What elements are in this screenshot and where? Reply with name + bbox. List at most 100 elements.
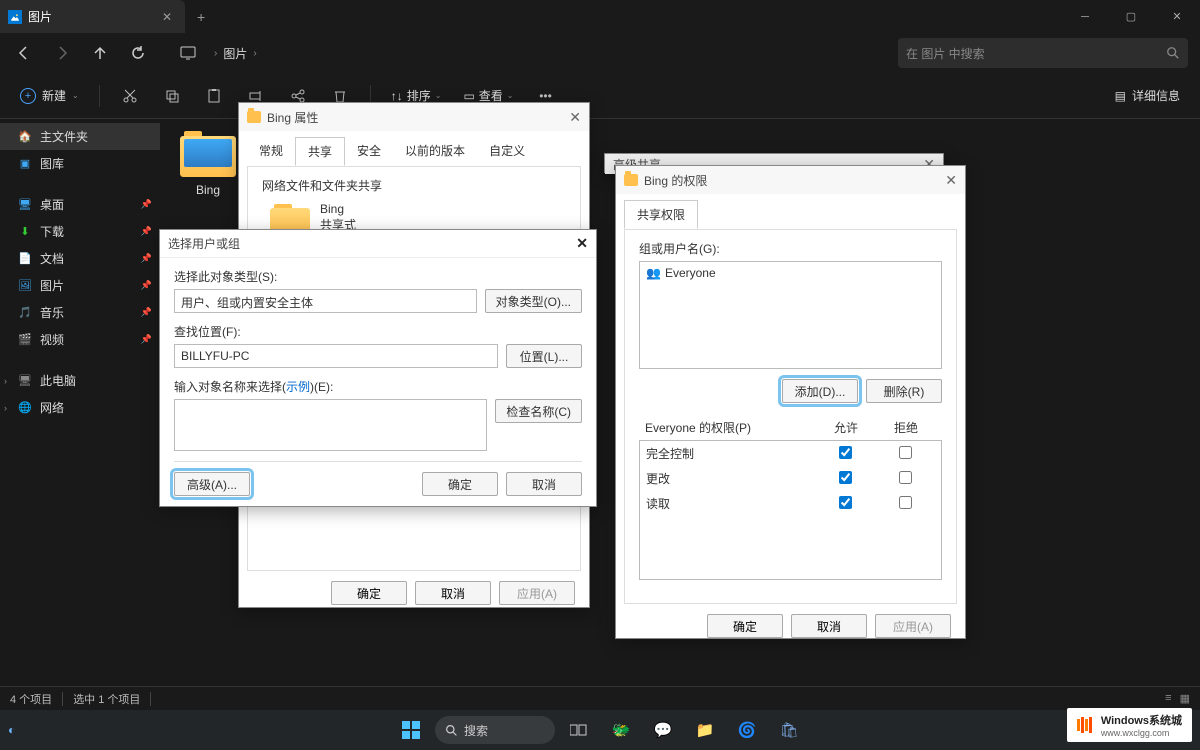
list-item-everyone[interactable]: 👥 Everyone — [642, 264, 939, 282]
users-listbox[interactable]: 👥 Everyone — [639, 261, 942, 369]
taskbar-edge[interactable]: 🌀 — [729, 715, 765, 745]
sidebar-item-downloads[interactable]: ⬇下载📌 — [0, 218, 160, 245]
taskbar-search[interactable]: 搜索 — [435, 716, 555, 744]
sidebar-item-network[interactable]: ›🌐网络 — [0, 394, 160, 421]
list-view-icon[interactable]: ≡ — [1165, 692, 1171, 705]
remove-button[interactable]: 删除(R) — [866, 379, 942, 403]
tab-security[interactable]: 安全 — [345, 137, 393, 166]
pin-icon: 📌 — [141, 280, 152, 291]
taskbar-app-1[interactable]: 🐲 — [603, 715, 639, 745]
allow-read-checkbox[interactable] — [839, 496, 852, 509]
names-label: 输入对象名称来选择(示例)(E): — [174, 378, 582, 395]
select-users-dialog: 选择用户或组 ✕ 选择此对象类型(S): 用户、组或内置安全主体 对象类型(O)… — [159, 229, 597, 507]
sidebar-item-gallery[interactable]: ▣图库 — [0, 150, 160, 177]
widgets-icon[interactable]: ◐ — [8, 723, 15, 737]
maximize-button[interactable]: ▢ — [1108, 0, 1154, 33]
task-view-icon[interactable] — [561, 715, 597, 745]
watermark-line2: www.wxclgg.com — [1101, 728, 1182, 738]
monitor-icon[interactable] — [170, 37, 206, 69]
groups-label: 组或用户名(G): — [639, 240, 942, 257]
folder-bing[interactable]: Bing — [174, 131, 242, 197]
check-names-button[interactable]: 检查名称(C) — [495, 399, 582, 423]
new-tab-button[interactable]: + — [185, 9, 217, 25]
breadcrumb[interactable]: › 图片 › — [214, 45, 257, 62]
ok-button[interactable]: 确定 — [707, 614, 783, 638]
ok-button[interactable]: 确定 — [331, 581, 407, 605]
active-tab[interactable]: 图片 ✕ — [0, 0, 185, 33]
search-input[interactable]: 在 图片 中搜索 — [898, 38, 1188, 68]
apply-button[interactable]: 应用(A) — [875, 614, 951, 638]
chevron-right-icon[interactable]: › — [4, 376, 7, 386]
breadcrumb-item[interactable]: 图片 — [223, 45, 247, 62]
close-window-button[interactable]: ✕ — [1154, 0, 1200, 33]
cut-button[interactable] — [112, 80, 148, 112]
refresh-button[interactable] — [120, 37, 156, 69]
permissions-header: Everyone 的权限(P) — [645, 419, 816, 436]
taskbar-explorer[interactable]: 📁 — [687, 715, 723, 745]
grid-view-icon[interactable]: ▦ — [1180, 692, 1190, 705]
details-button[interactable]: ▤ 详细信息 — [1107, 83, 1188, 108]
select-users-titlebar[interactable]: 选择用户或组 ✕ — [160, 230, 596, 258]
sidebar-item-this-pc[interactable]: ›🖥此电脑 — [0, 367, 160, 394]
deny-read-checkbox[interactable] — [899, 496, 912, 509]
search-icon — [445, 724, 458, 737]
sidebar-item-pictures[interactable]: 🖼图片📌 — [0, 272, 160, 299]
forward-button[interactable] — [44, 37, 80, 69]
paste-button[interactable] — [196, 80, 232, 112]
taskbar-app-2[interactable]: 💬 — [645, 715, 681, 745]
picture-icon — [8, 10, 22, 24]
copy-button[interactable] — [154, 80, 190, 112]
sidebar-item-videos[interactable]: 🎬视频📌 — [0, 326, 160, 353]
close-icon[interactable]: ✕ — [576, 235, 588, 252]
tab-sharing[interactable]: 共享 — [295, 137, 345, 166]
sidebar-item-home[interactable]: 🏠主文件夹 — [0, 123, 160, 150]
search-icon — [1166, 46, 1180, 60]
watermark: Windows系统城 www.wxclgg.com — [1067, 708, 1192, 742]
names-input[interactable] — [174, 399, 487, 451]
cancel-button[interactable]: 取消 — [415, 581, 491, 605]
tab-share-perms[interactable]: 共享权限 — [624, 200, 698, 229]
cancel-button[interactable]: 取消 — [506, 472, 582, 496]
cancel-button[interactable]: 取消 — [791, 614, 867, 638]
apply-button[interactable]: 应用(A) — [499, 581, 575, 605]
location-button[interactable]: 位置(L)... — [506, 344, 582, 368]
deny-header: 拒绝 — [876, 419, 936, 436]
allow-change-checkbox[interactable] — [839, 471, 852, 484]
pc-icon: 🖥 — [18, 374, 32, 388]
permissions-titlebar[interactable]: Bing 的权限 ✕ — [616, 166, 965, 194]
deny-change-checkbox[interactable] — [899, 471, 912, 484]
location-field: BILLYFU-PC — [174, 344, 498, 368]
allow-full-checkbox[interactable] — [839, 446, 852, 459]
example-link[interactable]: 示例 — [286, 380, 310, 394]
ok-button[interactable]: 确定 — [422, 472, 498, 496]
start-button[interactable] — [393, 715, 429, 745]
deny-full-checkbox[interactable] — [899, 446, 912, 459]
properties-titlebar[interactable]: Bing 属性 ✕ — [239, 103, 589, 131]
picture-icon: 🖼 — [18, 279, 32, 293]
toolbar: + 新建 ⌄ ↑↓ 排序 ⌄ ▭ 查看 ⌄ ••• ▤ 详细信息 — [0, 73, 1200, 119]
properties-buttons: 确定 取消 应用(A) — [239, 571, 589, 615]
close-tab-icon[interactable]: ✕ — [159, 10, 175, 24]
properties-tabs: 常规 共享 安全 以前的版本 自定义 — [239, 131, 589, 166]
chevron-right-icon[interactable]: › — [4, 403, 7, 413]
sidebar-item-desktop[interactable]: 🖥桌面📌 — [0, 191, 160, 218]
up-button[interactable] — [82, 37, 118, 69]
tab-previous[interactable]: 以前的版本 — [393, 137, 477, 166]
sidebar-item-documents[interactable]: 📄文档📌 — [0, 245, 160, 272]
minimize-button[interactable]: ─ — [1062, 0, 1108, 33]
gallery-icon: ▣ — [18, 157, 32, 171]
advanced-button[interactable]: 高级(A)... — [174, 472, 250, 496]
close-icon[interactable]: ✕ — [569, 109, 581, 126]
tab-custom[interactable]: 自定义 — [477, 137, 537, 166]
taskbar-store[interactable]: 🛍 — [771, 715, 807, 745]
object-type-button[interactable]: 对象类型(O)... — [485, 289, 582, 313]
sidebar-item-music[interactable]: 🎵音乐📌 — [0, 299, 160, 326]
navbar: › 图片 › 在 图片 中搜索 — [0, 33, 1200, 73]
new-button[interactable]: + 新建 ⌄ — [12, 83, 87, 108]
sharing-item-name: Bing — [320, 202, 356, 216]
close-icon[interactable]: ✕ — [945, 172, 957, 189]
back-button[interactable] — [6, 37, 42, 69]
add-button[interactable]: 添加(D)... — [782, 379, 858, 403]
tab-general[interactable]: 常规 — [247, 137, 295, 166]
object-type-label: 选择此对象类型(S): — [174, 268, 582, 285]
